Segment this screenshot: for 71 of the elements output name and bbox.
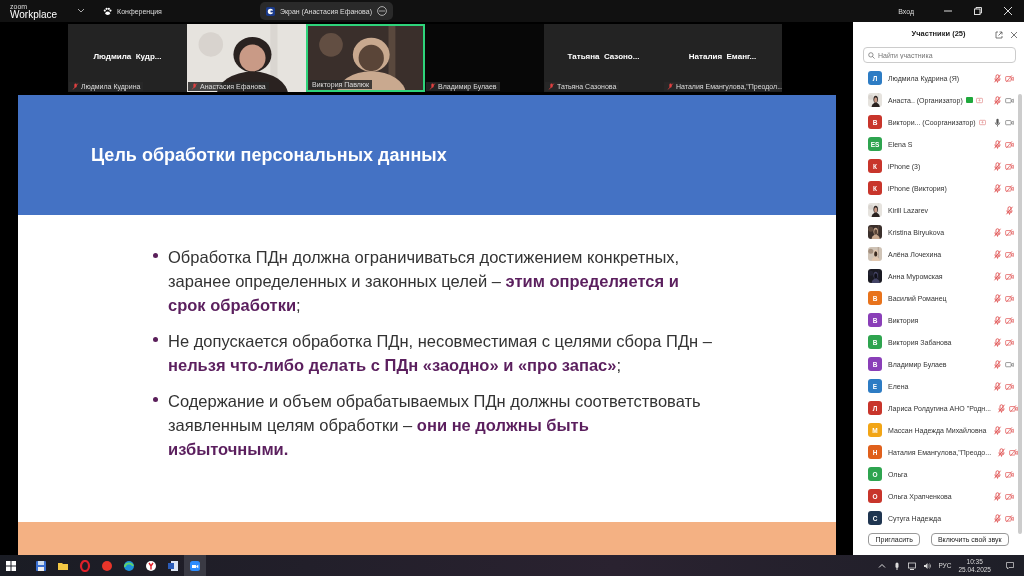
video-off-icon[interactable] — [1005, 161, 1014, 171]
network-icon[interactable] — [908, 561, 917, 570]
video-off-icon[interactable] — [1005, 271, 1014, 281]
muted-mic-icon[interactable] — [993, 469, 1002, 479]
video-off-icon[interactable] — [1005, 249, 1014, 259]
video-off-icon[interactable] — [1005, 425, 1014, 435]
video-camera-icon[interactable] — [1005, 359, 1014, 369]
bullet-text: Обработка ПДн должна ограничиваться достижением конкретных, заранее определенных и законных целей – этим определяется и срок обработки; — [168, 247, 681, 316]
muted-mic-icon[interactable] — [993, 227, 1002, 237]
swirl-icon[interactable] — [123, 559, 135, 572]
video-off-icon[interactable] — [1005, 315, 1014, 325]
muted-mic-icon[interactable] — [1005, 205, 1014, 215]
muted-mic-icon[interactable] — [993, 315, 1002, 325]
participant-name: Наталия Еманг... — [687, 52, 758, 61]
muted-mic-icon[interactable] — [993, 183, 1002, 193]
notification-icon[interactable] — [1006, 561, 1014, 570]
slide-title: Цель обработки персональных данных — [91, 144, 447, 166]
video-off-icon[interactable] — [1005, 183, 1014, 193]
video-off-icon[interactable] — [1005, 513, 1014, 523]
minimize-icon[interactable] — [944, 7, 952, 15]
muted-mic-icon[interactable] — [993, 337, 1002, 347]
muted-mic-icon[interactable] — [993, 359, 1002, 369]
paw-icon — [103, 6, 113, 16]
video-camera-icon[interactable] — [1005, 95, 1014, 105]
browser-icon[interactable] — [145, 559, 157, 572]
muted-mic-icon[interactable] — [997, 403, 1007, 413]
muted-mic-icon[interactable] — [993, 161, 1002, 171]
video-off-icon[interactable] — [1005, 227, 1014, 237]
bullet-text: Содержание и объем обрабатываемых ПДн должны соответствовать заявленным целям обработки – они не должны быть избыточными. — [168, 391, 702, 460]
pop-out-icon[interactable] — [995, 31, 1003, 39]
document-icon[interactable] — [167, 559, 179, 572]
search-icon — [868, 51, 875, 59]
mic-icon[interactable] — [893, 561, 902, 570]
video-off-icon[interactable] — [1005, 73, 1014, 83]
ring-icon[interactable] — [79, 559, 91, 572]
chevron-icon[interactable] — [77, 8, 86, 14]
video-off-icon[interactable] — [1009, 403, 1019, 413]
bullet-icon — [153, 337, 158, 342]
round-app-icon[interactable] — [101, 559, 113, 572]
windows-start-icon[interactable] — [5, 559, 17, 572]
muted-mic-icon[interactable] — [993, 73, 1002, 83]
logo-text: Workplace — [10, 9, 58, 20]
muted-mic-icon[interactable] — [993, 271, 1002, 281]
participant-name: Татьяна Сазоно... — [566, 52, 641, 61]
video-app-icon[interactable] — [189, 559, 201, 572]
muted-mic-icon[interactable] — [993, 381, 1002, 391]
video-off-icon[interactable] — [1005, 337, 1014, 347]
muted-mic-icon[interactable] — [993, 293, 1002, 303]
muted-mic-icon[interactable] — [997, 447, 1007, 457]
speaker-icon[interactable] — [923, 561, 932, 570]
more-icon[interactable] — [377, 6, 387, 16]
video-off-icon[interactable] — [1005, 469, 1014, 479]
caret-up-icon[interactable] — [878, 561, 887, 570]
video-off-icon[interactable] — [1005, 293, 1014, 303]
muted-mic-icon[interactable] — [993, 491, 1002, 501]
muted-mic-icon[interactable] — [993, 249, 1002, 259]
video-off-icon[interactable] — [1005, 139, 1014, 149]
bullet-icon — [153, 397, 158, 402]
video-off-icon[interactable] — [1005, 491, 1014, 501]
bullet-icon — [153, 253, 158, 258]
muted-mic-icon[interactable] — [993, 139, 1002, 149]
video-off-icon[interactable] — [1009, 447, 1019, 457]
restore-icon[interactable] — [974, 7, 982, 15]
muted-mic-icon[interactable] — [993, 513, 1002, 523]
video-off-icon[interactable] — [1005, 381, 1014, 391]
muted-mic-icon[interactable] — [993, 425, 1002, 435]
bullet-text: Не допускается обработка ПДн, несовместимая с целями сбора ПДн – нельзя что-либо делать с ПДн «заодно» и «про запас»; — [168, 331, 713, 376]
muted-mic-icon[interactable] — [993, 95, 1002, 105]
participant-name: Людмила Кудр... — [92, 52, 163, 61]
screen-icon — [265, 6, 275, 16]
mic-icon[interactable] — [993, 117, 1002, 127]
